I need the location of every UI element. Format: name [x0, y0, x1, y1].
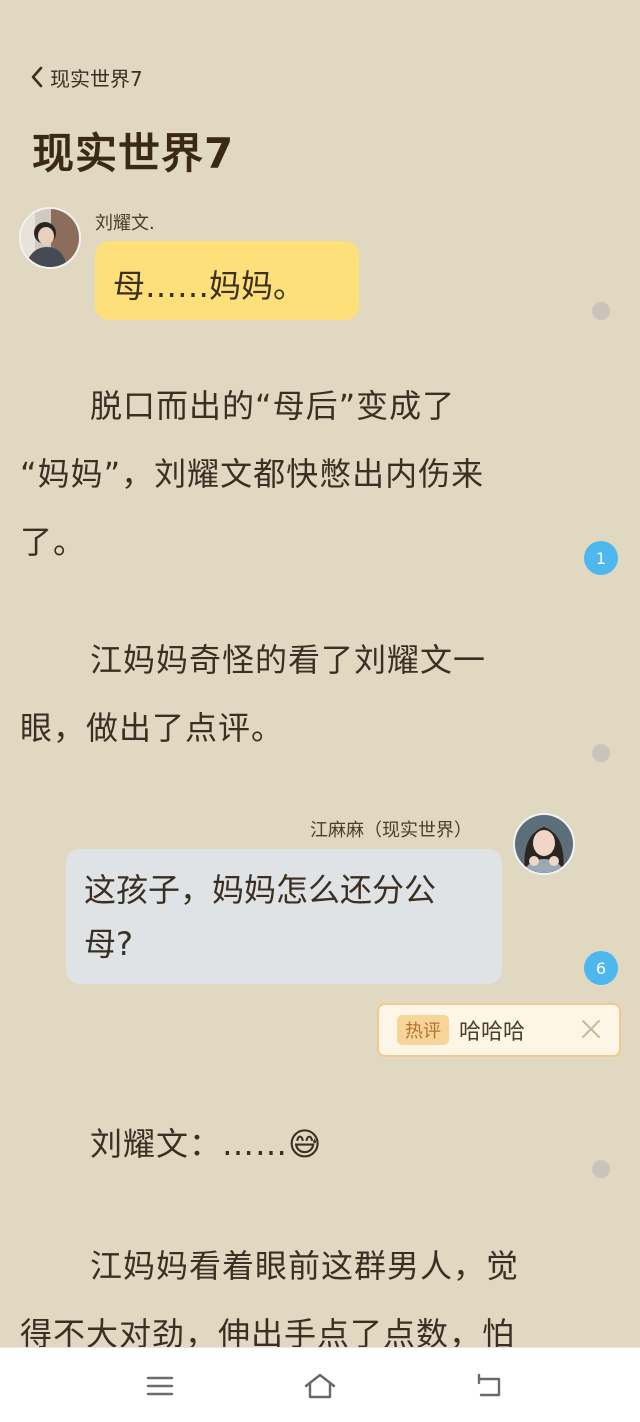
- message-text: 这孩子，妈妈怎么还分公 母?: [84, 871, 437, 963]
- back-label: 现实世界7: [50, 66, 143, 91]
- system-nav-bar: [0, 1347, 640, 1422]
- back-button[interactable]: 现实世界7: [30, 60, 143, 94]
- home-icon[interactable]: [300, 1368, 340, 1404]
- paragraph: 刘耀文：……😅: [90, 1125, 323, 1163]
- hot-comment-text: 哈哈哈: [459, 1020, 526, 1045]
- hot-comment-tag: 热评: [397, 1015, 449, 1045]
- message-text: 母……妈妈。: [113, 267, 306, 305]
- message-bubble[interactable]: 母……妈妈。: [95, 241, 359, 320]
- comment-dot[interactable]: [592, 1160, 610, 1178]
- speaker-name: 江麻麻（现实世界）: [310, 820, 472, 841]
- comment-count-badge[interactable]: 6: [584, 951, 618, 985]
- chevron-left-icon: [30, 66, 44, 88]
- hot-comment-card[interactable]: 热评 哈哈哈: [377, 1003, 621, 1057]
- avatar[interactable]: [19, 207, 81, 269]
- menu-icon[interactable]: [140, 1368, 180, 1404]
- speaker-name: 刘耀文.: [95, 213, 155, 234]
- paragraph: 脱口而出的“母后”变成了 “妈妈”，刘耀文都快憋出内伤来 了。: [20, 387, 485, 561]
- paragraph: 江妈妈奇怪的看了刘耀文一 眼，做出了点评。: [20, 641, 487, 747]
- comment-count-badge[interactable]: 1: [584, 541, 618, 575]
- chapter-title: 现实世界7: [32, 129, 235, 178]
- back-icon[interactable]: [468, 1368, 508, 1404]
- comment-dot[interactable]: [592, 302, 610, 320]
- message-bubble[interactable]: 这孩子，妈妈怎么还分公 母?: [66, 849, 502, 984]
- comment-dot[interactable]: [592, 744, 610, 762]
- avatar[interactable]: [513, 813, 575, 875]
- close-icon[interactable]: [579, 1017, 603, 1045]
